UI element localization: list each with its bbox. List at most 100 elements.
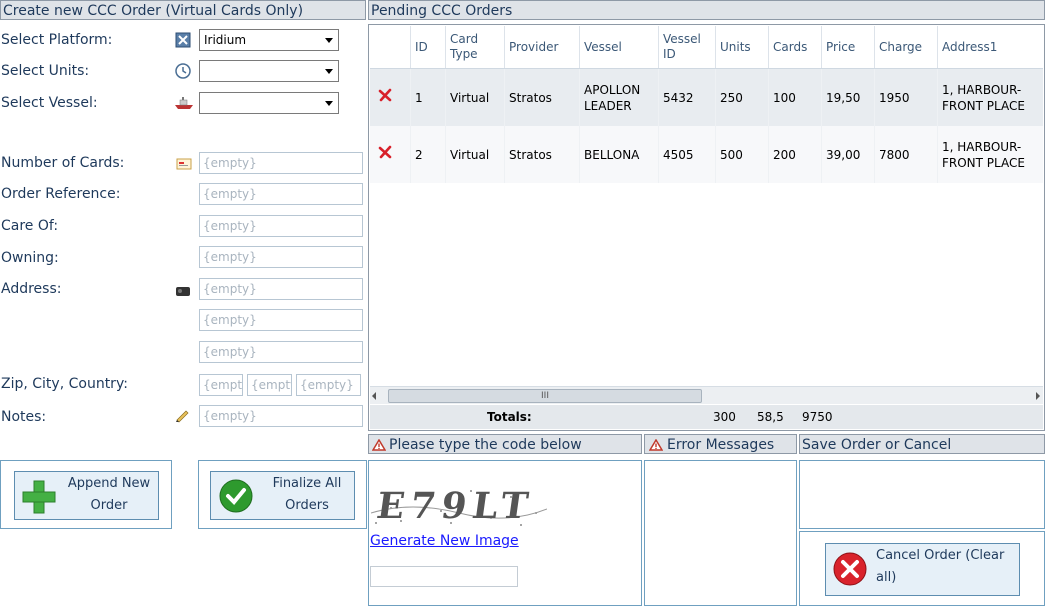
- captcha-title: Please type the code below: [389, 437, 582, 453]
- delete-cell: [370, 126, 411, 183]
- cell-price: 19,50: [821, 68, 875, 126]
- scroll-thumb[interactable]: III: [388, 389, 702, 403]
- city-input[interactable]: {empty: [247, 374, 292, 396]
- scroll-right-icon[interactable]: [1036, 392, 1040, 400]
- cancel-button-label: Cancel Order (Clear all): [876, 548, 1005, 585]
- totals-cards: 300: [713, 410, 736, 424]
- error-messages-panel: [644, 460, 797, 606]
- cancel-order-button[interactable]: Cancel Order (Clear all): [825, 543, 1020, 596]
- platform-value: Iridium: [204, 33, 247, 47]
- num-cards-label: Number of Cards:: [1, 155, 125, 171]
- cell-provider: Stratos: [504, 68, 580, 126]
- cell-units: 250: [715, 68, 769, 126]
- scroll-thumb-grip: III: [541, 391, 549, 401]
- care-of-label: Care Of:: [1, 218, 59, 234]
- finalize-orders-container: Finalize All Orders: [198, 460, 367, 529]
- column-header[interactable]: [370, 26, 411, 69]
- error-messages-header: Error Messages: [644, 434, 797, 454]
- pending-orders-table: ID Card Type Provider Vessel Vessel ID Units C…: [370, 26, 1043, 183]
- delete-cell: [370, 68, 411, 126]
- generate-new-image-link[interactable]: Generate New Image: [370, 533, 519, 549]
- chevron-down-icon: [325, 101, 333, 106]
- ship-icon: [174, 95, 194, 111]
- units-select[interactable]: [199, 60, 339, 82]
- append-button-label: Append New Order: [67, 476, 151, 513]
- chevron-down-icon: [325, 38, 333, 43]
- cancel-x-icon: [833, 552, 867, 586]
- units-label: Select Units:: [1, 63, 90, 79]
- cell-provider: Stratos: [504, 126, 580, 183]
- save-cancel-title: Save Order or Cancel: [802, 437, 952, 453]
- pending-orders-title: Pending CCC Orders: [371, 3, 513, 19]
- horizontal-scrollbar[interactable]: III: [370, 386, 1043, 404]
- zip-input[interactable]: {empty}: [199, 374, 243, 396]
- cell-address1: 1, HARBOUR-FRONT PLACE: [937, 68, 1043, 126]
- column-header[interactable]: Units: [715, 26, 769, 69]
- column-header[interactable]: Address1: [937, 26, 1043, 69]
- notes-input[interactable]: {empty}: [199, 405, 363, 427]
- cell-id: 1: [410, 68, 446, 126]
- captcha-code: E79LT: [374, 485, 537, 527]
- num-cards-input[interactable]: {empty}: [199, 152, 363, 174]
- notes-label: Notes:: [1, 409, 47, 425]
- column-header[interactable]: Provider: [504, 26, 580, 69]
- address-card-icon: [175, 283, 191, 299]
- delete-icon[interactable]: [378, 88, 392, 102]
- address-line1-input[interactable]: {empty}: [199, 278, 363, 300]
- address-line3-input[interactable]: {empty}: [199, 341, 363, 363]
- warning-icon: [649, 439, 663, 451]
- platform-select[interactable]: Iridium: [199, 29, 339, 51]
- totals-label: Totals:: [487, 410, 532, 424]
- save-order-panel: [799, 460, 1045, 529]
- captcha-image: E79LT: [371, 483, 547, 531]
- totals-row: Totals: 300 58,5 9750: [370, 405, 1043, 429]
- cell-charge: 7800: [874, 126, 938, 183]
- order-ref-input[interactable]: {empty}: [199, 183, 363, 205]
- care-of-input[interactable]: {empty}: [199, 215, 363, 237]
- column-header[interactable]: Vessel: [579, 26, 659, 69]
- error-messages-title: Error Messages: [667, 437, 775, 453]
- pending-orders-header: Pending CCC Orders: [368, 0, 1045, 20]
- cell-units: 500: [715, 126, 769, 183]
- pencil-icon: [174, 407, 190, 423]
- column-header[interactable]: Card Type: [445, 26, 505, 69]
- clock-icon: [175, 63, 191, 79]
- column-header[interactable]: Price: [821, 26, 875, 69]
- cell-price: 39,00: [821, 126, 875, 183]
- column-header[interactable]: Vessel ID: [658, 26, 716, 69]
- owning-label: Owning:: [1, 250, 59, 266]
- cell-cards: 200: [768, 126, 822, 183]
- totals-price: 58,5: [757, 410, 784, 424]
- create-order-title: Create new CCC Order (Virtual Cards Only…: [3, 3, 304, 19]
- append-new-order-button[interactable]: Append New Order: [14, 471, 159, 520]
- checkmark-icon: [219, 479, 253, 513]
- cell-vessel: BELLONA: [579, 126, 659, 183]
- address-label: Address:: [1, 281, 62, 297]
- finalize-all-orders-button[interactable]: Finalize All Orders: [210, 471, 355, 520]
- column-header[interactable]: Cards: [768, 26, 822, 69]
- table-row[interactable]: 2 Virtual Stratos BELLONA 4505 500 200 39,00 780…: [370, 126, 1043, 183]
- cards-icon: [176, 156, 192, 172]
- captcha-input[interactable]: [370, 566, 518, 587]
- warning-icon: [372, 439, 386, 451]
- cell-vessel: APOLLON LEADER: [579, 68, 659, 126]
- table-row[interactable]: 1 Virtual Stratos APOLLON LEADER 5432 250 100 1…: [370, 68, 1043, 126]
- cell-vessel-id: 4505: [658, 126, 716, 183]
- country-input[interactable]: {empty}: [296, 374, 361, 396]
- delete-icon[interactable]: [378, 145, 392, 159]
- cancel-order-container: Cancel Order (Clear all): [799, 531, 1045, 606]
- pending-orders-grid: ID Card Type Provider Vessel Vessel ID Units C…: [368, 24, 1045, 431]
- totals-charge: 9750: [802, 410, 833, 424]
- captcha-panel: E79LT Generate New Image: [368, 460, 642, 606]
- save-cancel-header: Save Order or Cancel: [799, 434, 1045, 454]
- cell-vessel-id: 5432: [658, 68, 716, 126]
- scroll-left-icon[interactable]: [372, 392, 376, 400]
- cell-address1: 1, HARBOUR-FRONT PLACE: [937, 126, 1043, 183]
- vessel-select[interactable]: [199, 92, 339, 114]
- owning-input[interactable]: {empty}: [199, 246, 363, 268]
- address-line2-input[interactable]: {empty}: [199, 309, 363, 331]
- column-header[interactable]: Charge: [874, 26, 938, 69]
- cell-charge: 1950: [874, 68, 938, 126]
- finalize-button-label: Finalize All Orders: [272, 476, 342, 513]
- column-header[interactable]: ID: [410, 26, 446, 69]
